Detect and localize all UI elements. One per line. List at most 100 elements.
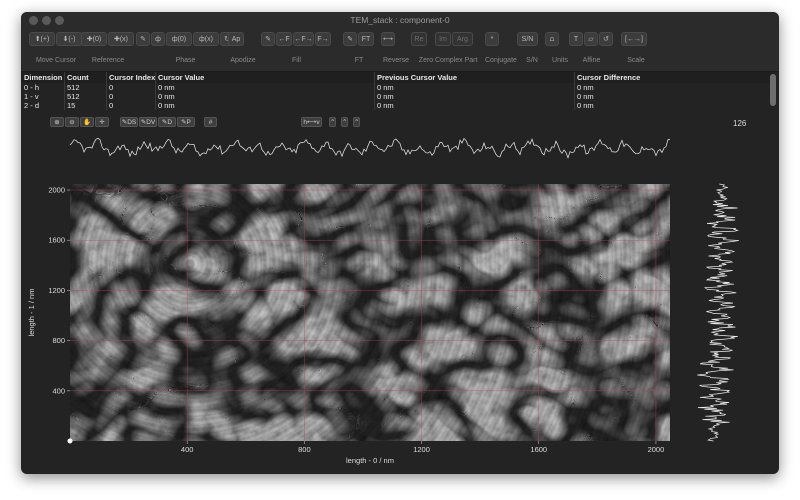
x-tick-label: 400 — [181, 445, 194, 454]
draw-ds-button[interactable]: ✎DS — [120, 117, 138, 127]
column-divider — [574, 72, 575, 110]
toolbar-group-label: Complex Part — [435, 57, 478, 64]
horizontal-profile-trace — [69, 137, 670, 159]
pan-hand-icon[interactable]: ✋ — [80, 117, 94, 127]
column-header[interactable]: Previous Cursor Value — [377, 73, 457, 82]
crosshair-icon[interactable]: ✛ — [95, 117, 109, 127]
table-cell: 0 nm — [377, 92, 394, 101]
column-divider — [155, 72, 156, 110]
toolbar-button-phase-2[interactable]: ф(0) — [166, 32, 192, 46]
table-cell: 0 — [109, 101, 114, 110]
toolbar-button-phase-1[interactable]: ф — [151, 32, 165, 46]
column-divider — [64, 72, 65, 110]
image-plot[interactable] — [70, 184, 670, 441]
vertical-profile-trace — [697, 183, 740, 442]
column-header[interactable]: Cursor Value — [158, 73, 204, 82]
toolbar-button-units-0[interactable]: ⩍ — [545, 32, 559, 46]
window-title: TEM_stack : component-0 — [350, 15, 450, 25]
toolbar-group-label: Scale — [627, 57, 645, 64]
y-tick-label: 2000 — [48, 186, 65, 195]
column-header[interactable]: Cursor Difference — [577, 73, 640, 82]
grid-toggle-button[interactable]: # — [204, 117, 217, 127]
toolbar-group-label: Reverse — [382, 57, 410, 64]
toolbar-button-phase-0[interactable]: ✎ — [136, 32, 150, 46]
toolbar-group-label: S/N — [526, 57, 538, 64]
draw-d-button[interactable]: ✎D — [158, 117, 176, 127]
toolbar-button-s-n-0[interactable]: S/N — [517, 32, 538, 46]
toolbar-button-zero-0[interactable]: Re — [411, 32, 427, 46]
toolbar-group-label: FT — [354, 57, 364, 64]
flip-axes-button[interactable]: h⟷v — [301, 117, 322, 127]
toolbar-group-label: Apodize — [230, 57, 256, 64]
toolbar-button-affine-2[interactable]: ↺ — [599, 32, 613, 46]
app-window: TEM_stack : component-0 ⬆(+) ⬇(-) Move Cur… — [21, 12, 779, 474]
toolbar-group-label: Affine — [582, 57, 601, 64]
x-tick-label: 1600 — [530, 445, 547, 454]
toolbar-button-move-cursor-1[interactable]: ⬇(-) — [56, 32, 82, 46]
toolbar-button-reverse-0[interactable]: ⟷ — [381, 32, 395, 46]
stepper-1[interactable]: ⌃ — [341, 117, 348, 127]
x-tick-label: 800 — [298, 445, 311, 454]
toolbar-button-fill-0[interactable]: ✎ — [261, 32, 275, 46]
table-cell: 0 nm — [377, 83, 394, 92]
toolbar-button-fill-1[interactable]: ←F — [276, 32, 292, 46]
toolbar: ⬆(+) ⬇(-) Move Cursor ✚(0) ✚(x) Reference ✎ ф ф(… — [21, 29, 779, 72]
toolbar-group-label: Fill — [292, 57, 301, 64]
table-row[interactable]: 2 - d 15 0 0 nm 0 nm 0 nm — [21, 101, 771, 112]
toolbar-group-label: Phase — [175, 57, 196, 64]
y-tick-label: 800 — [52, 336, 65, 345]
table-header: Dimension Count Cursor Index Cursor Value Pr… — [21, 72, 771, 83]
toolbar-button-ft-0[interactable]: ✎ — [343, 32, 357, 46]
toolbar-button-complex-part-0[interactable]: Im — [435, 32, 451, 46]
y-tick-label: 1600 — [48, 236, 65, 245]
column-header[interactable]: Dimension — [24, 73, 62, 82]
table-cell: 0 nm — [158, 83, 175, 92]
toolbar-button-fill-3[interactable]: F→ — [315, 32, 331, 46]
toolbar-button-scale-0[interactable]: [←→] — [621, 32, 647, 46]
table-cell: 0 — [109, 92, 114, 101]
draw-p-button[interactable]: ✎P — [177, 117, 195, 127]
x-tick-label: 2000 — [648, 445, 665, 454]
toolbar-button-apodize-0[interactable]: Ap — [228, 32, 244, 46]
stepper-0[interactable]: ⌃ — [329, 117, 336, 127]
dimension-table: Dimension Count Cursor Index Cursor Value Pr… — [21, 72, 771, 110]
column-divider — [106, 72, 107, 110]
table-cell: 2 - d — [24, 101, 40, 110]
y-tick-label: 1200 — [48, 286, 65, 295]
zoom-out-icon[interactable]: ⊖ — [65, 117, 79, 127]
toolbar-button-affine-1[interactable]: ▱ — [584, 32, 598, 46]
toolbar-button-affine-0[interactable]: T — [569, 32, 583, 46]
table-cell: 0 nm — [158, 92, 175, 101]
toolbar-button-phase-3[interactable]: ф(x) — [193, 32, 219, 46]
toolbar-button-complex-part-1[interactable]: Arg — [452, 32, 473, 46]
table-cell: 0 nm — [577, 83, 594, 92]
table-cell: 0 — [109, 83, 114, 92]
table-cell: 0 nm — [377, 101, 394, 110]
toolbar-button-ft-1[interactable]: FT — [358, 32, 374, 46]
toolbar-button-reference-1[interactable]: ✚(x) — [108, 32, 134, 46]
zoom-in-icon[interactable]: ⊕ — [50, 117, 64, 127]
table-cell: 0 - h — [24, 83, 40, 92]
toolbar-group-label: Reference — [91, 57, 125, 64]
table-cell: 512 — [67, 83, 80, 92]
x-tick-label: 1200 — [413, 445, 430, 454]
toolbar-button-fill-2[interactable]: ←F→ — [293, 32, 314, 46]
table-cell: 0 nm — [577, 101, 594, 110]
slice-index-readout: 126 — [733, 119, 747, 128]
stepper-2[interactable]: ⌃ — [353, 117, 360, 127]
y-axis-label: length - 1 / nm — [27, 289, 36, 337]
toolbar-button-conjugate-0[interactable]: * — [485, 32, 499, 46]
column-header[interactable]: Count — [67, 73, 89, 82]
toolbar-group-label: Move Cursor — [35, 57, 77, 64]
toolbar-button-reference-0[interactable]: ✚(0) — [81, 32, 107, 46]
draw-dv-button[interactable]: ✎DV — [139, 117, 157, 127]
micrograph-texture — [70, 184, 670, 441]
table-scrollbar[interactable] — [770, 74, 776, 106]
table-cell: 0 nm — [158, 101, 175, 110]
table-cell: 0 nm — [577, 92, 594, 101]
column-divider — [374, 72, 375, 110]
title-bar: TEM_stack : component-0 — [21, 12, 779, 29]
table-cell: 512 — [67, 92, 80, 101]
column-header[interactable]: Cursor Index — [109, 73, 155, 82]
toolbar-button-move-cursor-0[interactable]: ⬆(+) — [29, 32, 55, 46]
